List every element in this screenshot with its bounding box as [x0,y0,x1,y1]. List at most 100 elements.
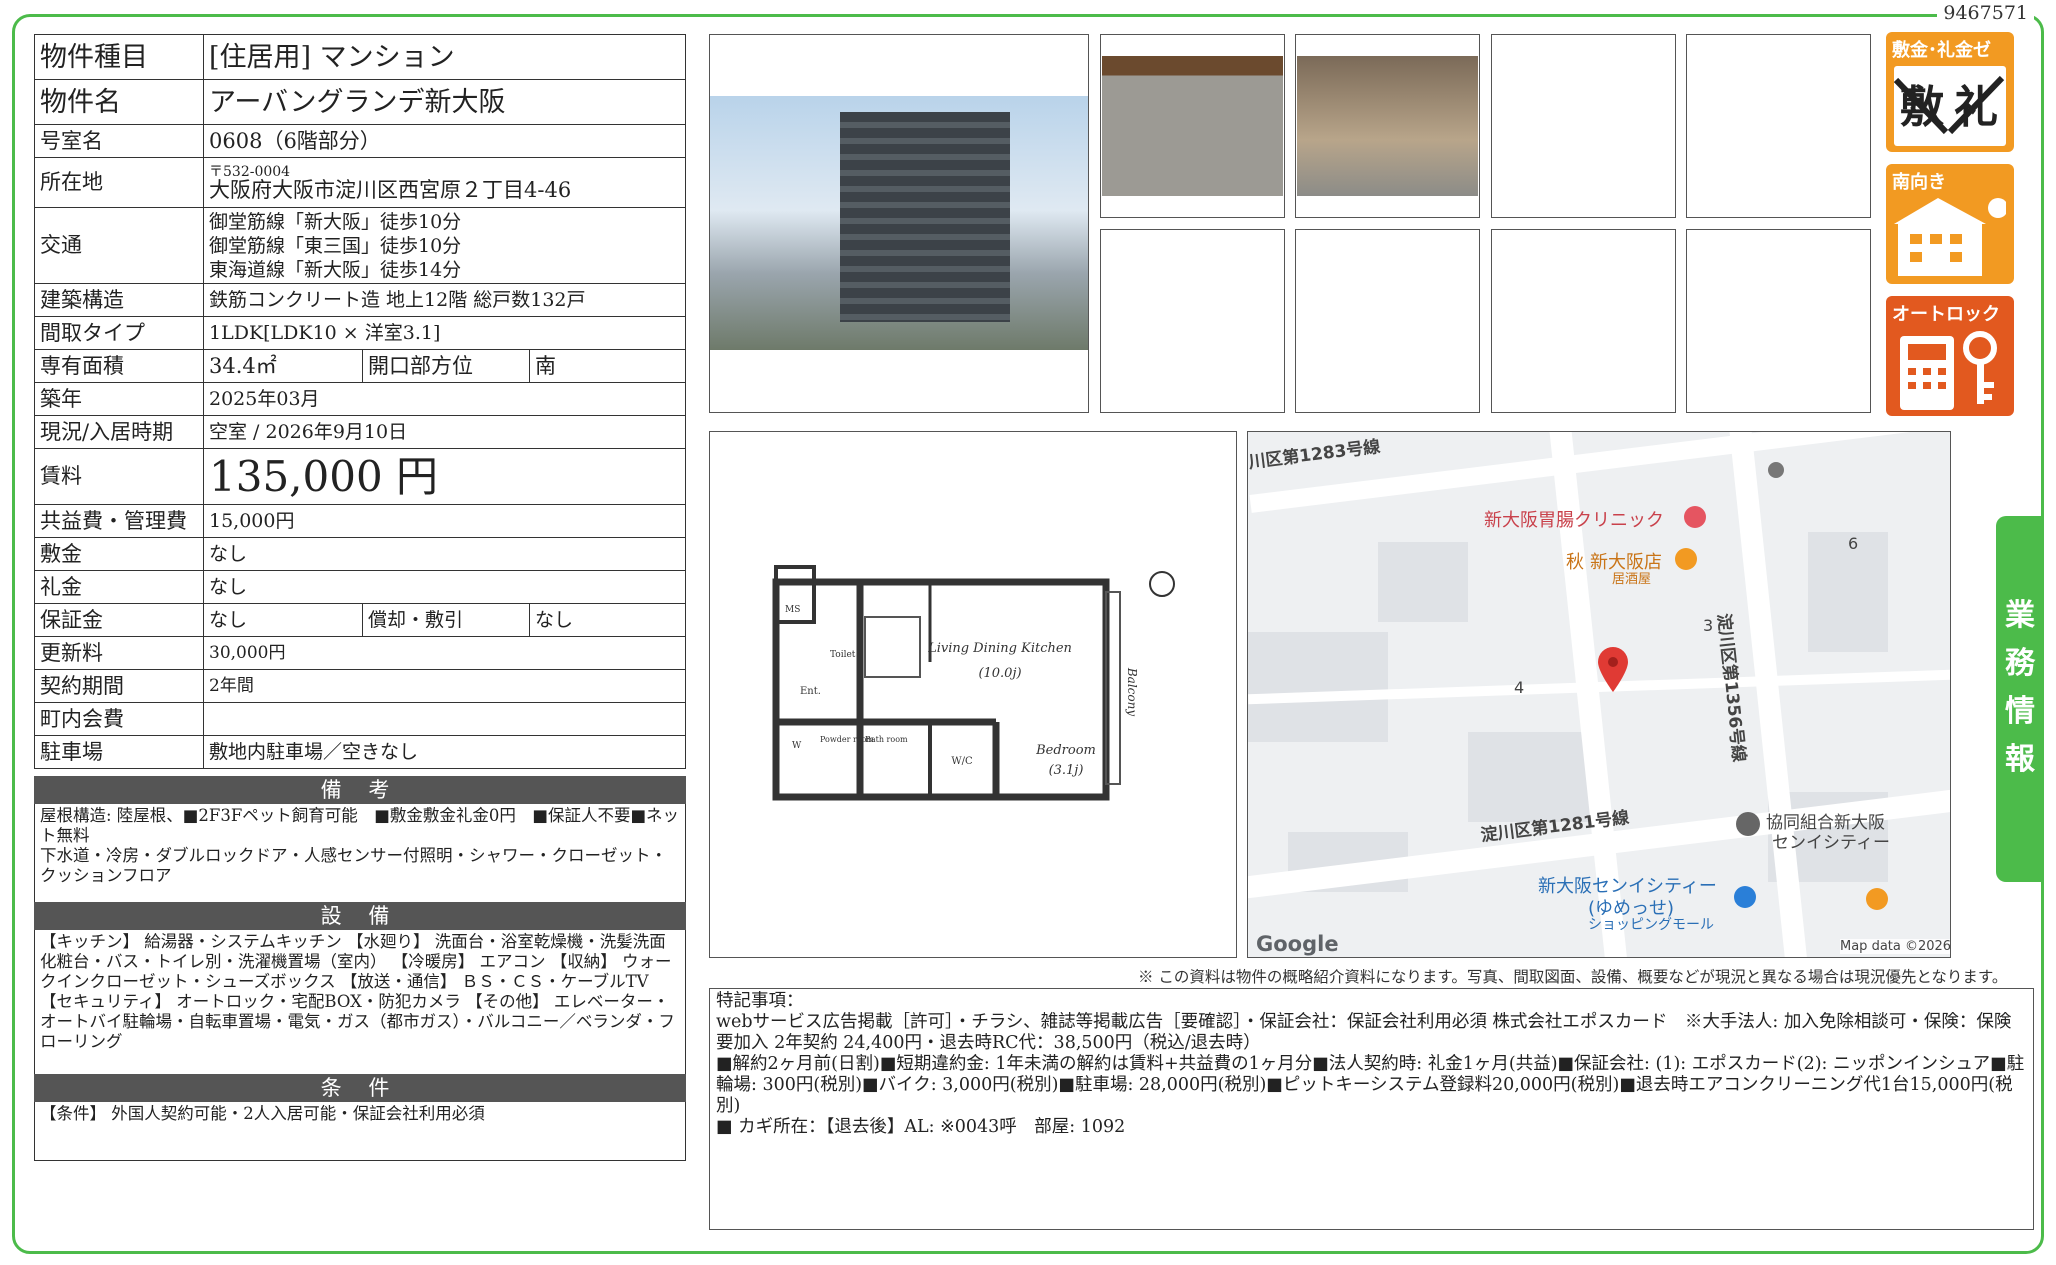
plan-ldk-size: (10.0j) [978,666,1021,681]
label-structure: 建築構造 [34,283,204,317]
building-facade [840,112,1010,322]
map-attribution: Map data ©2026 [1840,939,1951,954]
side-tab-label: 業務情報 [2005,598,2035,777]
special-notes: 特記事項： webサービス広告掲載［許可］・チラシ、雑誌等掲載広告［要確認］・保… [709,988,2034,1230]
map-block [1248,632,1388,742]
side-tab-business-info[interactable]: 業務情報 [1996,516,2044,882]
equipment-text: 【キッチン】 給湯器・システムキッチン 【水廻り】 洗面台・浴室乾燥機・洗髪洗面… [34,930,686,1074]
notes-title: 特記事項： [716,991,804,1011]
disclaimer: ※ この資料は物件の概略紹介資料になります。写真、間取図面、設備、概要などが現況… [1138,968,2008,986]
photo-slot [1100,229,1285,413]
floor-plan: Living Dining Kitchen (10.0j) Bedroom (3… [709,431,1237,958]
south-facing-icon [1894,198,2008,278]
plan-bedroom-label: Bedroom [1035,743,1096,758]
notes-line: webサービス広告掲載［許可］・チラシ、雑誌等掲載広告［要確認］・保証会社：保証… [716,1012,2012,1053]
remarks-title: 備 考 [34,776,686,804]
poi-marker-icon [1736,812,1760,836]
map-block-number: 4 [1514,678,1525,697]
conditions-title: 条 件 [34,1074,686,1102]
shopping-marker-icon [1734,886,1756,908]
value-type: [住居用] マンション [203,34,686,80]
notes-line: ■ カギ所在：【退去後】AL: ※0043呼 部屋: 1092 [716,1117,1126,1137]
label-room: 号室名 [34,124,204,158]
plan-bedroom-size: (3.1j) [1049,763,1084,778]
label-security: 保証金 [34,603,204,637]
plan-balcony-label: Balcony [1125,667,1139,716]
badge-south-facing: 南向き [1886,164,2014,284]
map-poi-izakaya-type: 居酒屋 [1612,572,1652,587]
badge-autolock: オートロック [1886,296,2014,416]
value-built: 2025年03月 [203,382,686,416]
badge-title: オートロック [1892,304,2000,325]
transit-marker-icon [1768,462,1784,478]
access-line: 御堂筋線「東三国」徒歩10分 [209,234,462,257]
value-name: アーバングランデ新大阪 [203,79,686,125]
label-name: 物件名 [34,79,204,125]
badge-title: 南向き [1892,172,1946,193]
value-access: 御堂筋線「新大阪」徒歩10分 御堂筋線「東三国」徒歩10分 東海道線「新大阪」徒歩1… [203,207,686,284]
conditions-text: 【条件】 外国人契約可能・2人入居可能・保証会社利用必須 [34,1102,686,1161]
value-amortization: なし [529,603,686,637]
restaurant-marker-icon [1675,548,1697,570]
clinic-marker-icon [1684,506,1706,528]
access-line: 御堂筋線「新大阪」徒歩10分 [209,210,462,233]
plan-w-label: W [792,741,802,751]
plan-bath-label: Bath room [865,735,908,744]
map-poi-seni-city-type: ショッピングモール [1588,917,1714,933]
value-renewal: 30,000円 [203,636,686,670]
label-built: 築年 [34,382,204,416]
label-fee: 共益費・管理費 [34,504,204,538]
label-community-fee: 町内会費 [34,702,204,736]
map-road-label: 川区第1283号線 [1247,436,1382,473]
photo-slot [1295,229,1480,413]
location-pin-icon [1596,646,1630,692]
value-community-fee [203,702,686,736]
remarks-text: 屋根構造: 陸屋根、■2F3Fペット飼育可能 ■敷金敷金礼金0円 ■保証人不要■… [34,804,686,902]
map-block-number: 3 [1703,616,1714,635]
photo-slot [1686,229,1871,413]
location-map[interactable]: 川区第1283号線 淀川区第1281号線 淀川区第1356号線 新大阪胃腸クリニ… [1247,431,1951,958]
map-poi-clinic: 新大阪胃腸クリニック [1484,510,1664,531]
value-security: なし [203,603,363,637]
badge-no-deposit: 敷金･礼金ゼロ 敷礼 [1886,32,2014,152]
photo-slot [1491,229,1676,413]
label-parking: 駐車場 [34,735,204,769]
value-term: 2年間 [203,669,686,703]
value-structure: 鉄筋コンクリート造 地上12階 総戸数132戸 [203,283,686,317]
equipment-title: 設 備 [34,902,686,930]
label-deposit: 敷金 [34,537,204,571]
plan-ms-label: MS [785,605,800,615]
label-orientation: 開口部方位 [362,349,530,383]
label-address: 所在地 [34,157,204,208]
value-area: 34.4㎡ [203,349,363,383]
plan-wic-label: W/C [951,756,973,767]
plan-toilet-label: Toilet [830,650,856,660]
plan-ent-label: Ent. [800,686,821,697]
value-parking: 敷地内駐車場／空きなし [203,735,686,769]
label-status: 現況/入居時期 [34,415,204,449]
access-line: 東海道線「新大阪」徒歩14分 [209,258,462,281]
document-id: 9467571 [1937,2,2034,24]
map-block [1378,542,1468,622]
autolock-icon [1894,330,2006,410]
entrance-photo [1102,56,1283,196]
photo-slot [1686,34,1871,218]
value-status: 空室 / 2026年9月10日 [203,415,686,449]
label-term: 契約期間 [34,669,204,703]
value-rent: 135,000 円 [203,448,686,505]
address-text: 大阪府大阪市淀川区西宮原２丁目4-46 [209,177,572,202]
label-amortization: 償却・敷引 [362,603,530,637]
lobby-photo [1297,56,1478,196]
map-poi-kumiai-sub: センイシティー [1772,833,1890,853]
value-fee: 15,000円 [203,504,686,538]
value-address: 〒532-0004 大阪府大阪市淀川区西宮原２丁目4-46 [203,157,686,208]
property-info-table: 物件種目 [住居用] マンション 物件名 アーバングランデ新大阪 号室名 0608（6… [34,34,686,769]
label-layout: 間取タイプ [34,316,204,350]
label-type: 物件種目 [34,34,204,80]
value-deposit: なし [203,537,686,571]
value-orientation: 南 [529,349,686,383]
label-area: 専有面積 [34,349,204,383]
label-renewal: 更新料 [34,636,204,670]
label-access: 交通 [34,207,204,284]
photo-slot [1491,34,1676,218]
